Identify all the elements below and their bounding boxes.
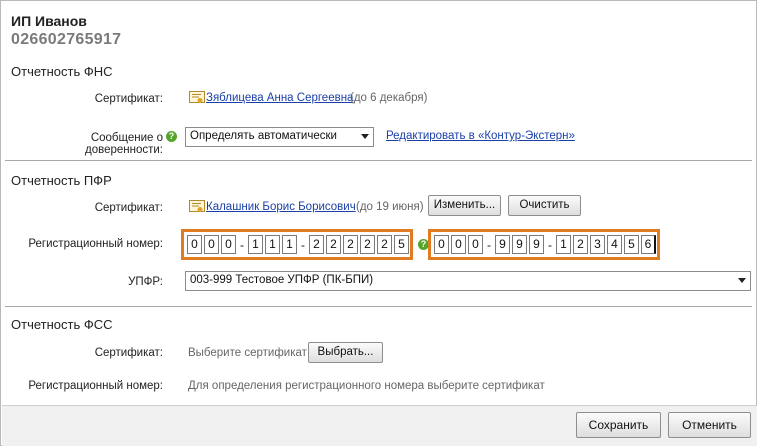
reg-number-digit[interactable]: 0 bbox=[221, 235, 236, 254]
reg-number-digit[interactable]: 0 bbox=[204, 235, 219, 254]
reg-number-digit[interactable]: 2 bbox=[573, 235, 588, 254]
reg-number-dash: - bbox=[548, 237, 552, 252]
proxy-select[interactable]: Определять автоматически bbox=[185, 127, 374, 147]
reg-number-dash: - bbox=[487, 237, 491, 252]
fns-section-title: Отчетность ФНС bbox=[11, 64, 113, 79]
proxy-select-value: Определять автоматически bbox=[190, 130, 337, 142]
reg-number-digit[interactable]: 0 bbox=[451, 235, 466, 254]
fss-cert-placeholder: Выберите сертификат bbox=[188, 347, 307, 359]
reg-number-digit[interactable]: 9 bbox=[529, 235, 544, 254]
fns-cert-label: Сертификат: bbox=[94, 93, 163, 105]
fss-section-title: Отчетность ФСС bbox=[11, 317, 113, 332]
chevron-down-icon bbox=[361, 134, 369, 139]
pfr-reg-label: Регистрационный номер: bbox=[28, 238, 163, 250]
choose-cert-button[interactable]: Выбрать... bbox=[308, 342, 383, 363]
reg-number-digit[interactable]: 1 bbox=[282, 235, 297, 254]
reg-number-digit[interactable]: 6 bbox=[641, 235, 656, 254]
change-cert-button[interactable]: Изменить... bbox=[428, 195, 501, 216]
reg-number-digit[interactable]: 2 bbox=[309, 235, 324, 254]
org-name: ИП Иванов bbox=[11, 13, 87, 29]
divider bbox=[5, 306, 752, 307]
fss-reg-hint: Для определения регистрационного номера … bbox=[188, 380, 545, 392]
reg-number-digit[interactable]: 1 bbox=[265, 235, 280, 254]
save-button[interactable]: Сохранить bbox=[576, 412, 661, 438]
upfr-select-value: 003-999 Тестовое УПФР (ПК-БПИ) bbox=[190, 274, 374, 286]
settings-panel: ИП Иванов 026602765917 Отчетность ФНС Се… bbox=[0, 0, 757, 446]
pfr-cert-valid: (до 19 июня) bbox=[356, 201, 424, 213]
fss-cert-label: Сертификат: bbox=[94, 347, 163, 359]
reg-number-digit[interactable]: 2 bbox=[343, 235, 358, 254]
help-icon[interactable]: ? bbox=[166, 131, 177, 142]
pfr-section-title: Отчетность ПФР bbox=[11, 173, 112, 188]
cancel-button[interactable]: Отменить bbox=[668, 412, 751, 438]
certificate-icon bbox=[189, 200, 205, 212]
reg-number-digit[interactable]: 9 bbox=[512, 235, 527, 254]
edit-kontur-link[interactable]: Редактировать в «Контур-Экстерн» bbox=[386, 130, 575, 142]
clear-cert-button[interactable]: Очистить bbox=[508, 195, 581, 216]
reg-number-digit[interactable]: 9 bbox=[495, 235, 510, 254]
reg-number-digit[interactable]: 5 bbox=[394, 235, 409, 254]
reg-number-dash: - bbox=[240, 237, 244, 252]
org-inn: 026602765917 bbox=[11, 31, 122, 48]
fss-reg-label: Регистрационный номер: bbox=[28, 380, 163, 392]
divider bbox=[5, 160, 752, 161]
pfr-cert-label: Сертификат: bbox=[94, 202, 163, 214]
reg-number-new-cells[interactable]: 000-999-123456 bbox=[434, 235, 658, 254]
pfr-cert-link[interactable]: Калашник Борис Борисович bbox=[206, 201, 356, 213]
fns-cert-valid: (до 6 декабря) bbox=[350, 92, 428, 104]
reg-number-digit[interactable]: 2 bbox=[326, 235, 341, 254]
reg-number-digit[interactable]: 4 bbox=[607, 235, 622, 254]
reg-number-digit[interactable]: 1 bbox=[556, 235, 571, 254]
reg-number-dash: - bbox=[301, 237, 305, 252]
reg-number-digit[interactable]: 2 bbox=[377, 235, 392, 254]
certificate-icon bbox=[189, 91, 205, 103]
reg-number-digit[interactable]: 3 bbox=[590, 235, 605, 254]
reg-number-digit[interactable]: 1 bbox=[248, 235, 263, 254]
reg-number-digit[interactable]: 2 bbox=[360, 235, 375, 254]
reg-number-new: 000-999-123456 bbox=[428, 229, 660, 260]
reg-number-digit[interactable]: 0 bbox=[187, 235, 202, 254]
fns-cert-link[interactable]: Зяблицева Анна Сергеевна bbox=[206, 92, 353, 104]
proxy-label: Сообщение о доверенности: bbox=[84, 132, 163, 156]
reg-number-digit[interactable]: 0 bbox=[468, 235, 483, 254]
reg-number-digit[interactable]: 0 bbox=[434, 235, 449, 254]
upfr-select[interactable]: 003-999 Тестовое УПФР (ПК-БПИ) bbox=[185, 271, 751, 291]
reg-number-current-cells[interactable]: 000-111-222225 bbox=[187, 235, 411, 254]
reg-number-current: 000-111-222225 bbox=[181, 229, 413, 260]
chevron-down-icon bbox=[738, 278, 746, 283]
upfr-label: УПФР: bbox=[128, 276, 163, 288]
reg-number-digit[interactable]: 5 bbox=[624, 235, 639, 254]
